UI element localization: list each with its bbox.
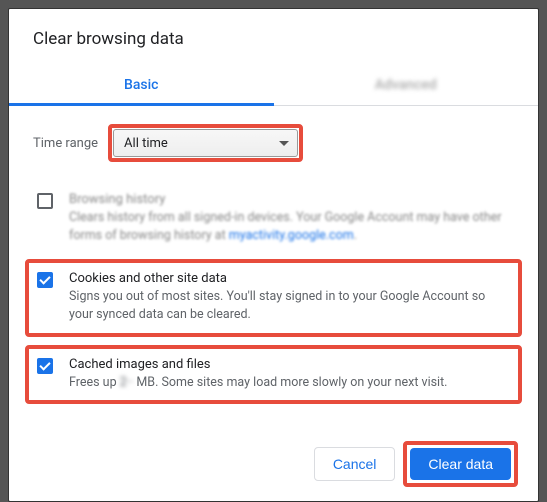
option-title: Browsing history — [69, 192, 510, 207]
checkbox-cache[interactable] — [37, 358, 53, 374]
time-range-row: Time range All time — [33, 124, 514, 162]
time-range-value: All time — [124, 136, 168, 151]
option-desc: Frees up 2·· MB. Some sites may load mor… — [69, 374, 510, 392]
option-text: Browsing history Clears history from all… — [69, 192, 510, 245]
checkbox-cookies[interactable] — [37, 272, 53, 288]
cache-size-value: 2·· — [120, 374, 134, 392]
dialog-title: Clear browsing data — [9, 29, 538, 65]
option-cache: Cached images and files Frees up 2·· MB.… — [29, 349, 518, 400]
clear-browsing-data-dialog: Clear browsing data Basic Advanced Time … — [8, 8, 539, 502]
tab-basic[interactable]: Basic — [9, 65, 274, 105]
clear-data-button[interactable]: Clear data — [410, 448, 511, 480]
option-desc: Signs you out of most sites. You'll stay… — [69, 288, 510, 324]
highlight-time-range: All time — [108, 124, 303, 162]
option-text: Cached images and files Frees up 2·· MB.… — [69, 357, 510, 392]
cancel-button[interactable]: Cancel — [314, 447, 396, 481]
time-range-select[interactable]: All time — [113, 129, 298, 157]
dialog-footer: Cancel Clear data — [9, 429, 538, 501]
desc-text: MB. Some sites may load more slowly on y… — [133, 375, 447, 390]
option-cookies: Cookies and other site data Signs you ou… — [29, 263, 518, 332]
highlight-clear-button: Clear data — [403, 441, 518, 487]
desc-text: Frees up — [69, 375, 120, 390]
chevron-down-icon — [279, 141, 289, 146]
highlight-cookies: Cookies and other site data Signs you ou… — [25, 259, 522, 336]
myactivity-link[interactable]: myactivity.google.com — [229, 228, 354, 243]
tabs: Basic Advanced — [9, 65, 538, 106]
option-text: Cookies and other site data Signs you ou… — [69, 271, 510, 324]
option-desc: Clears history from all signed-in device… — [69, 209, 510, 245]
time-range-label: Time range — [33, 136, 98, 151]
desc-text: . — [354, 228, 357, 243]
option-browsing-history: Browsing history Clears history from all… — [33, 184, 514, 253]
tab-advanced[interactable]: Advanced — [274, 65, 539, 105]
dialog-content: Time range All time Browsing history Cle… — [9, 106, 538, 429]
highlight-cache: Cached images and files Frees up 2·· MB.… — [25, 345, 522, 404]
option-title: Cookies and other site data — [69, 271, 510, 286]
checkbox-browsing-history[interactable] — [37, 193, 53, 209]
option-title: Cached images and files — [69, 357, 510, 372]
